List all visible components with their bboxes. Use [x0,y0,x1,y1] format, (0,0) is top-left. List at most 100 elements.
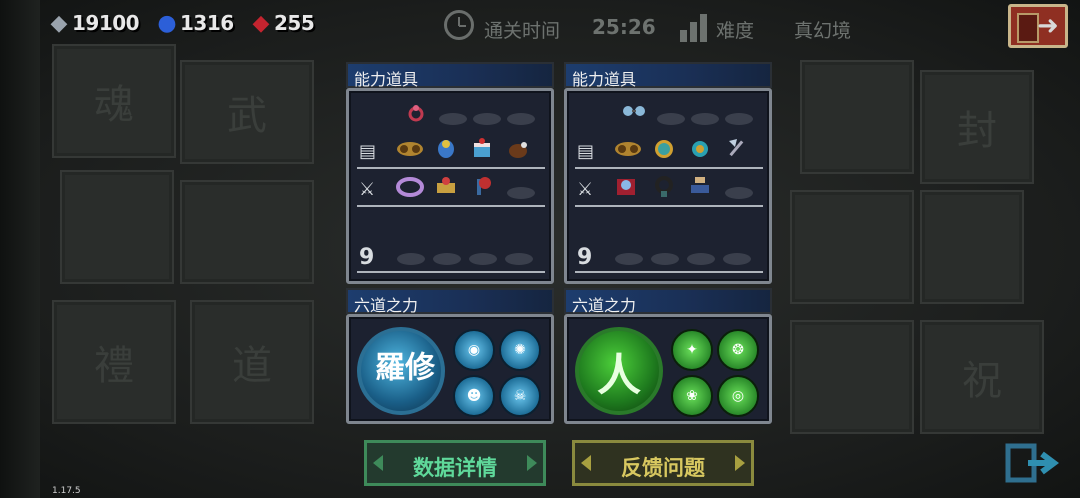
divider [575,205,763,207]
divider [575,271,763,273]
empty-slot [507,187,535,199]
items-title: 能力道具 [572,70,637,89]
arrow-right-icon: ➜ [1037,11,1059,41]
amulet-item[interactable] [687,135,713,161]
sapphire-count: 1316 [180,11,234,35]
nine-icon: 9 [577,245,593,270]
leave-room-button[interactable] [1004,440,1062,486]
glasses-item[interactable] [619,99,645,125]
power-title: 六道之力 [572,296,637,315]
asura-skill-orb-4[interactable]: ☠ [499,375,541,417]
power-title: 六道之力 [354,296,419,315]
orb-staff-item[interactable] [613,173,639,199]
items-box: ▤ ⚔ 9 [346,88,554,284]
ruby-count: 255 [274,11,315,35]
power-header: 六道之力 [346,288,554,315]
divider [357,271,545,273]
dragon-icon: ❂ [732,342,744,358]
item-row-nine: 9 [575,237,763,273]
left-edge-shadow [0,0,40,498]
items-box: ▤ ⚔ 9 [564,88,772,284]
items-title: 能力道具 [354,70,419,89]
item-row-top [357,97,545,133]
asura-skill-orb-2[interactable]: ✺ [499,329,541,371]
pet-item[interactable] [505,135,531,161]
item-row-top [575,97,763,133]
data-details-button[interactable]: 数据详情 [364,440,546,486]
empty-slot [439,113,467,125]
feedback-label: 反馈问题 [621,456,705,480]
items-header: 能力道具 [564,62,772,89]
compass-item[interactable] [651,135,677,161]
clear-time-label: 通关时间 [484,20,561,42]
feedback-button[interactable]: 反馈问题 [572,440,754,486]
chevron-right-icon [527,455,537,471]
item-row-armor: ▤ [575,133,763,169]
sapphire-counter: ● 1316 [154,8,234,38]
empty-slot [507,113,535,125]
chest-icon: ▤ [359,141,377,162]
human-skill-orb-4[interactable]: ◎ [717,375,759,417]
empty-slot [505,253,533,265]
empty-slot [687,253,715,265]
top-bar: ◆ 19100 ● 1316 ◆ 255 通关时间 25:26 难度 真幻境 ➜ [0,0,1080,48]
empty-slot [433,253,461,265]
spirit-icon: ✺ [514,342,526,358]
exit-button[interactable]: ➜ [1008,4,1068,48]
clear-time-value: 25:26 [592,15,656,39]
empty-slot [651,253,679,265]
asura-skill-orb-3[interactable]: ☻ [453,375,495,417]
crown-item[interactable] [395,173,424,199]
empty-slot [691,113,719,125]
goggles-item[interactable] [613,135,641,161]
bird-item[interactable] [433,135,459,161]
empty-slot [657,113,685,125]
cake-item[interactable] [469,135,495,161]
empty-slot [615,253,643,265]
power-header: 六道之力 [564,288,772,315]
human-skill-orb-2[interactable]: ❂ [717,329,759,371]
beast-face-icon: ☠ [513,388,527,404]
human-skill-orb-1[interactable]: ✦ [671,329,713,371]
drum-item[interactable] [433,173,459,199]
nine-icon: 9 [359,245,375,270]
axe-item[interactable] [723,135,749,161]
human-glyph: 人 [597,350,641,401]
asura-skill-orb-1[interactable]: ◉ [453,329,495,371]
player-panel-1: 能力道具 ▤ ⚔ 9 六道之力 修羅 ◉ ✺ ☻ ☠ [346,58,554,424]
goggles-item[interactable] [395,135,423,161]
divider [357,167,545,169]
asura-glyph: 修羅 [369,351,434,381]
items-header: 能力道具 [346,62,554,89]
version-label: 1.17.5 [52,486,81,496]
empty-slot [723,253,751,265]
item-row-weapon: ⚔ [575,171,763,207]
player-panel-2: 能力道具 ▤ ⚔ 9 六道之力 人 ✦ ❂ ❀ ◎ [564,58,772,424]
asura-power-orb[interactable]: 修羅 [357,327,445,415]
power-box: 修羅 ◉ ✺ ☻ ☠ [346,314,554,424]
chevron-right-icon [735,455,745,471]
demon-face-icon: ☻ [466,388,482,404]
divider [357,205,545,207]
empty-slot [473,113,501,125]
swirl-icon: ✦ [686,342,698,358]
item-row-nine: 9 [357,237,545,273]
difficulty-label: 难度 [716,20,755,42]
spiral-icon: ◎ [731,388,745,404]
data-details-label: 数据详情 [413,456,497,480]
human-power-orb[interactable]: 人 [575,327,663,415]
empty-slot [725,187,753,199]
ruby-icon: ◆ [252,10,270,36]
ring-item[interactable] [403,99,429,125]
item-row-weapon: ⚔ [357,171,545,207]
gunner-item[interactable] [687,173,713,199]
clock-icon [444,10,474,40]
empty-slot [397,253,425,265]
sapphire-icon: ● [157,10,177,36]
human-skill-orb-3[interactable]: ❀ [671,375,713,417]
flag-item[interactable] [469,173,495,199]
exit-arrow-icon [1005,443,1059,483]
empty-slot [469,253,497,265]
lotus-icon: ❀ [686,388,698,404]
whip-item[interactable] [651,173,677,199]
